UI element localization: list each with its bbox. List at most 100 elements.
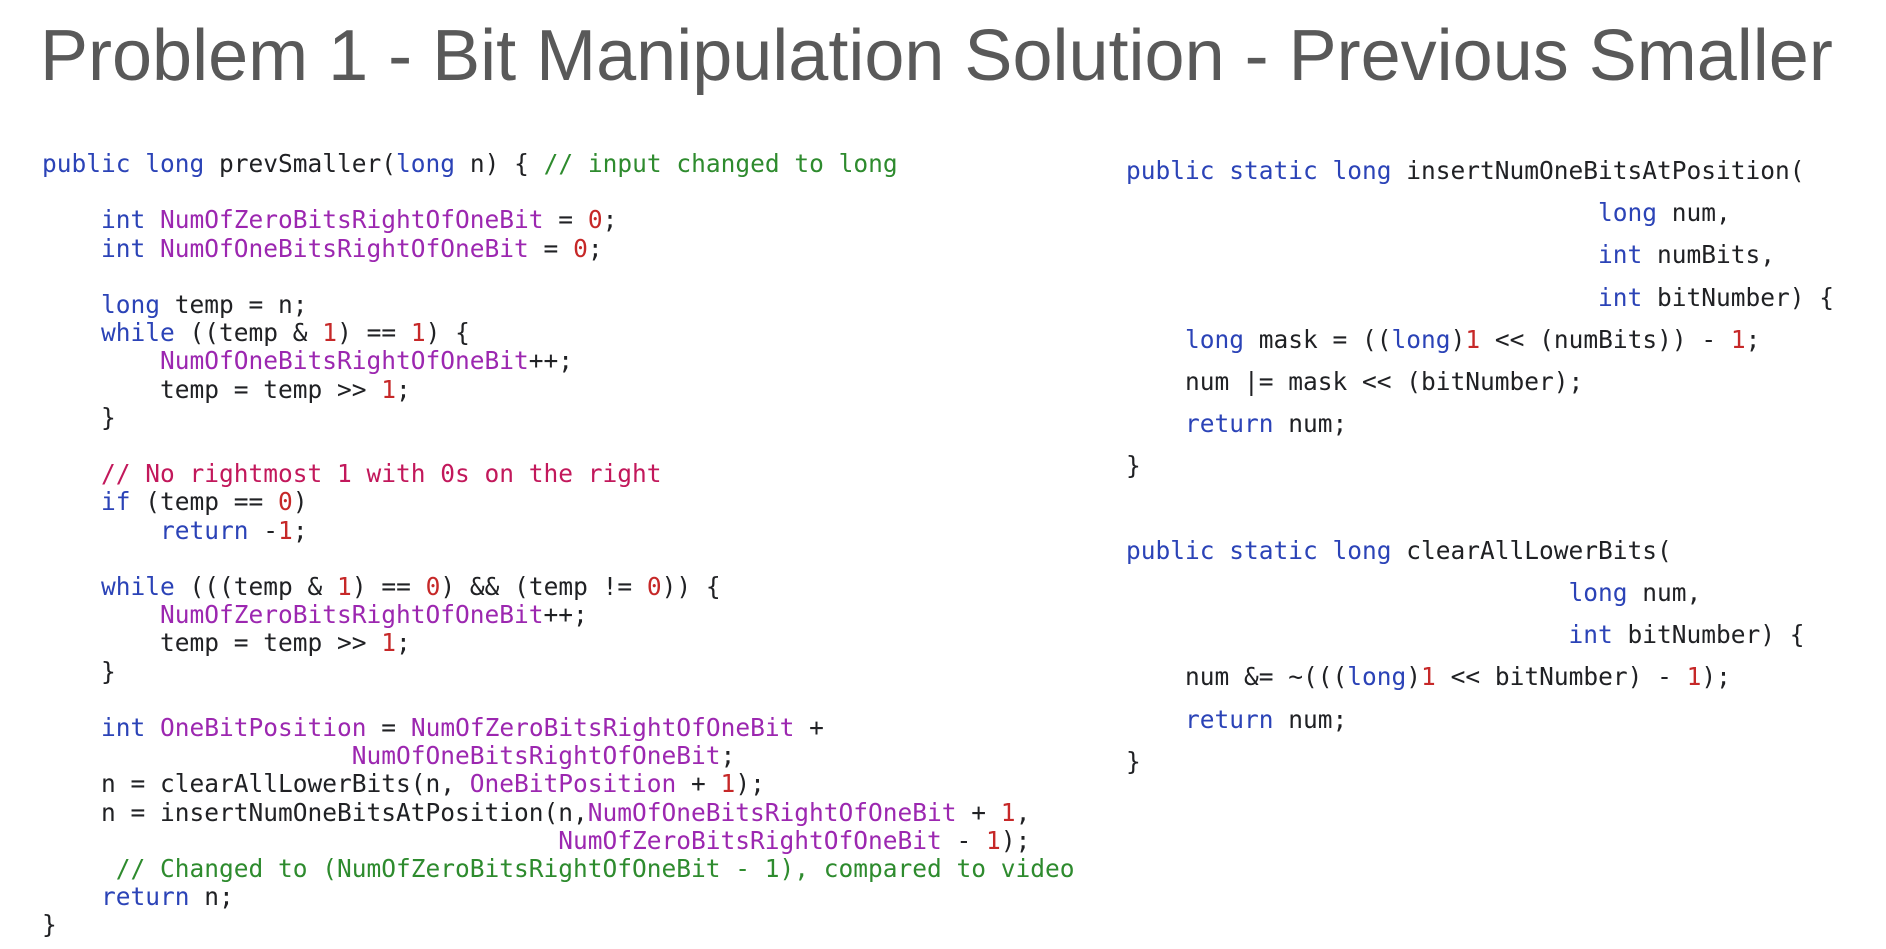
- code-token: );: [735, 769, 765, 799]
- code-token: << (numBits)) -: [1480, 324, 1731, 354]
- code-token: ;: [396, 374, 411, 404]
- code-line: int OneBitPosition = NumOfZeroBitsRightO…: [42, 713, 1075, 743]
- code-line: while ((temp & 1) == 1) {: [42, 319, 1075, 347]
- code-token: temp = n;: [174, 290, 308, 320]
- code-token: ) ==: [337, 318, 411, 348]
- code-token: long: [1391, 324, 1451, 354]
- code-token: prevSmaller(: [219, 149, 397, 178]
- code-token: num,: [1642, 578, 1702, 608]
- code-token: // Changed to (NumOfZeroBitsRightOfOneBi…: [115, 854, 1075, 884]
- code-line: long temp = n;: [42, 290, 1075, 320]
- code-line: int bitNumber) {: [1126, 277, 1834, 319]
- code-token: long: [145, 149, 220, 178]
- code-line: int bitNumber) {: [1126, 614, 1834, 656]
- code-token: long: [101, 290, 175, 320]
- code-token: ;: [720, 741, 736, 771]
- code-token: ): [1406, 662, 1422, 692]
- code-block-helpers: public static long insertNumOneBitsAtPos…: [1126, 150, 1834, 783]
- code-token: 0: [573, 233, 588, 263]
- code-token: 1: [1421, 662, 1436, 692]
- code-token: ;: [1745, 324, 1761, 354]
- code-line: public static long clearAllLowerBits(: [1126, 530, 1834, 572]
- code-line: }: [42, 657, 1075, 686]
- code-line: return -1;: [42, 515, 1075, 545]
- code-token: +: [676, 769, 721, 799]
- code-token: ): [1450, 324, 1466, 354]
- code-token: insertNumOneBitsAtPosition(: [1406, 156, 1805, 185]
- code-token: =: [528, 233, 574, 263]
- code-token: );: [1701, 662, 1731, 692]
- code-line: int NumOfOneBitsRightOfOneBit = 0;: [42, 233, 1075, 263]
- code-token: long: [1347, 662, 1407, 692]
- code-token: // No rightmost 1 with 0s on the right: [101, 459, 662, 489]
- code-token: ;: [396, 628, 411, 658]
- code-line: }: [1126, 741, 1834, 783]
- code-line: return num;: [1126, 403, 1834, 445]
- code-token: numBits,: [1657, 240, 1776, 270]
- code-token: long: [1568, 578, 1643, 608]
- code-line: if (temp == 0): [42, 488, 1075, 516]
- code-token: return: [1185, 704, 1289, 734]
- code-token: 0: [278, 487, 293, 517]
- code-line: public long prevSmaller(long n) { // inp…: [42, 149, 1075, 178]
- code-token: NumOfZeroBitsRightOfOneBit: [160, 600, 544, 630]
- code-token: ) ==: [351, 572, 426, 602]
- code-token: int: [101, 713, 161, 743]
- slide-title: Problem 1 - Bit Manipulation Solution - …: [40, 16, 1833, 96]
- code-token: if: [101, 487, 146, 517]
- code-line: long mask = ((long)1 << (numBits)) - 1;: [1126, 319, 1834, 361]
- code-token: return: [101, 882, 205, 912]
- code-line: return n;: [42, 883, 1075, 911]
- code-token: n = insertNumOneBitsAtPosition(n,: [42, 797, 588, 827]
- code-token: }: [1126, 746, 1141, 776]
- code-line: NumOfZeroBitsRightOfOneBit++;: [42, 601, 1075, 629]
- code-token: 1: [322, 318, 338, 348]
- code-token: ) && (temp !=: [440, 572, 647, 602]
- code-token: }: [42, 910, 57, 940]
- code-token: +: [794, 713, 824, 743]
- code-token: 1: [278, 515, 293, 545]
- code-token: long: [1332, 535, 1407, 565]
- code-token: bitNumber) {: [1627, 620, 1805, 650]
- code-token: =: [543, 205, 588, 235]
- code-line: public static long insertNumOneBitsAtPos…: [1126, 150, 1834, 192]
- code-token: ;: [292, 515, 308, 545]
- code-token: num;: [1288, 704, 1348, 734]
- code-line: // Changed to (NumOfZeroBitsRightOfOneBi…: [42, 854, 1075, 884]
- code-token: 1: [1465, 324, 1481, 354]
- code-token: );: [1000, 825, 1031, 855]
- code-token: 1: [1000, 797, 1016, 827]
- code-line: n = clearAllLowerBits(n, OneBitPosition …: [42, 770, 1075, 798]
- code-token: public: [42, 149, 146, 178]
- code-token: (temp ==: [145, 487, 279, 517]
- code-token: mask = ((: [1258, 324, 1392, 354]
- code-token: // input changed to long: [543, 149, 898, 178]
- code-token: ((temp &: [189, 318, 323, 348]
- code-line: long num,: [1126, 572, 1834, 614]
- code-token: 0: [646, 572, 662, 602]
- code-token: OneBitPosition: [160, 713, 367, 743]
- code-token: num |= mask << (bitNumber);: [1126, 367, 1584, 397]
- code-token: 1: [720, 769, 736, 799]
- code-token: -: [941, 825, 987, 855]
- code-token: }: [42, 402, 116, 432]
- code-line: NumOfOneBitsRightOfOneBit++;: [42, 347, 1075, 375]
- code-token: ): [292, 487, 308, 517]
- code-line: }: [1126, 445, 1834, 487]
- code-token: while: [101, 572, 190, 602]
- code-token: 1: [986, 825, 1001, 855]
